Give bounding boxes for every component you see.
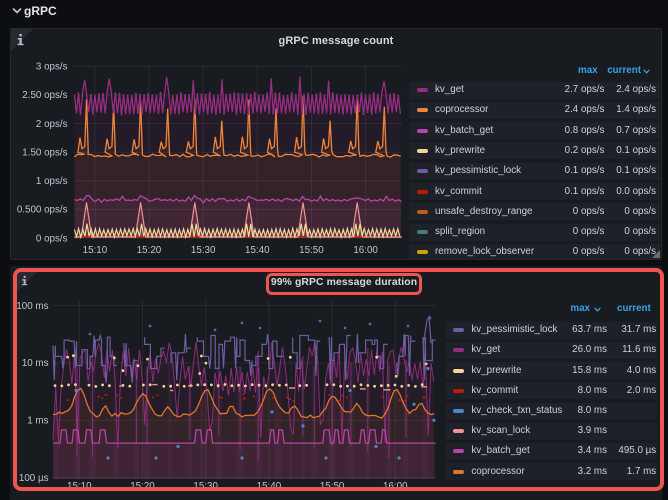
- svg-text:2.50 ops/s: 2.50 ops/s: [22, 90, 67, 101]
- svg-text:15:30: 15:30: [191, 245, 216, 256]
- svg-text:15:50: 15:50: [299, 245, 324, 256]
- svg-text:15:40: 15:40: [245, 245, 270, 256]
- svg-text:1.50 ops/s: 1.50 ops/s: [22, 148, 67, 159]
- svg-text:0.500 ops/s: 0.500 ops/s: [17, 205, 68, 216]
- svg-text:16:00: 16:00: [353, 245, 378, 256]
- svg-text:3 ops/s: 3 ops/s: [36, 62, 68, 73]
- svg-text:15:20: 15:20: [137, 245, 162, 256]
- svg-text:15:10: 15:10: [83, 245, 108, 256]
- svg-text:2 ops/s: 2 ops/s: [36, 119, 68, 130]
- svg-text:0 ops/s: 0 ops/s: [36, 233, 68, 244]
- svg-text:1 ops/s: 1 ops/s: [36, 176, 68, 187]
